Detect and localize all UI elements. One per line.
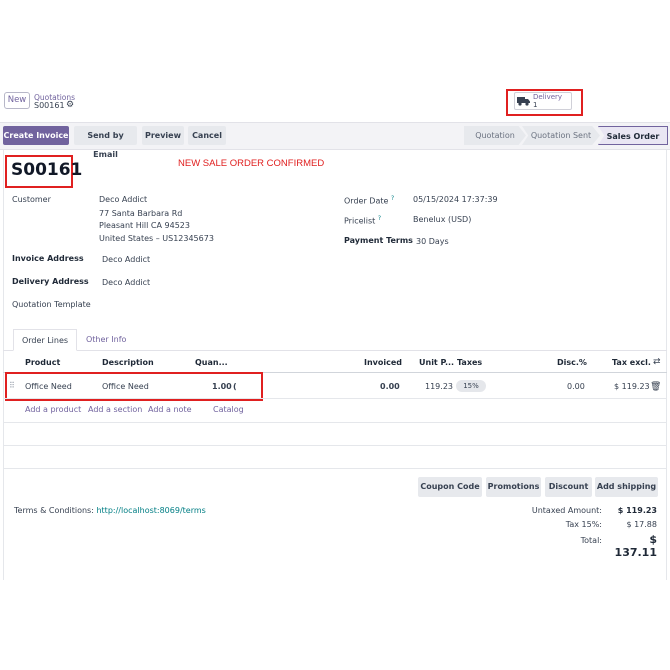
promotions-button[interactable]: Promotions — [486, 477, 541, 497]
delivery-count: 1 — [533, 101, 538, 109]
add-section-link[interactable]: Add a section — [88, 405, 142, 414]
add-product-link[interactable]: Add a product — [25, 405, 81, 414]
line-discount[interactable]: 0.00 — [567, 382, 585, 391]
cancel-button[interactable]: Cancel — [188, 126, 226, 145]
column-header-unit-price[interactable]: Unit P... — [419, 358, 454, 367]
pricelist-field[interactable]: Benelux (USD) — [413, 215, 471, 224]
terms-conditions: Terms & Conditions: http://localhost:806… — [14, 506, 206, 515]
optional-columns-icon[interactable]: ⇄ — [653, 357, 661, 367]
column-header-discount[interactable]: Disc.% — [557, 358, 587, 367]
stage-quotation[interactable]: Quotation — [464, 126, 526, 145]
total-value: $ 137.11 — [614, 533, 657, 559]
column-header-taxes[interactable]: Taxes — [457, 358, 482, 367]
payment-terms-field[interactable]: 30 Days — [416, 237, 449, 246]
invoice-address-label: Invoice Address — [12, 254, 84, 263]
empty-row-divider — [3, 468, 667, 469]
tax-amount-label: Tax 15%: — [565, 520, 602, 529]
column-header-product[interactable]: Product — [25, 358, 60, 367]
add-shipping-button[interactable]: Add shipping — [595, 477, 658, 497]
column-header-tax-excl[interactable]: Tax excl. — [612, 358, 651, 367]
customer-address-line1: 77 Santa Barbara Rd — [99, 209, 183, 218]
line-product[interactable]: Office Need — [25, 382, 72, 391]
tax-amount-value: $ 17.88 — [626, 520, 657, 529]
column-header-invoiced[interactable]: Invoiced — [364, 358, 402, 367]
delivery-label: Delivery — [533, 93, 563, 101]
truck-icon — [517, 97, 530, 106]
forecast-widget-icon[interactable]: ( — [233, 382, 237, 391]
line-subtotal: $ 119.23 — [614, 382, 650, 391]
preview-button[interactable]: Preview — [142, 126, 184, 145]
add-note-link[interactable]: Add a note — [148, 405, 192, 414]
confirmation-message: NEW SALE ORDER CONFIRMED — [178, 158, 325, 169]
stage-quotation-sent[interactable]: Quotation Sent — [522, 126, 600, 145]
quotation-template-label: Quotation Template — [12, 300, 91, 309]
create-invoice-button[interactable]: Create Invoice — [3, 126, 69, 145]
tab-order-lines[interactable]: Order Lines — [13, 329, 77, 351]
drag-handle-icon[interactable]: ⠿ — [9, 381, 15, 390]
discount-button[interactable]: Discount — [545, 477, 592, 497]
line-invoiced: 0.00 — [380, 382, 400, 391]
catalog-link[interactable]: Catalog — [213, 405, 244, 414]
untaxed-amount-value: $ 119.23 — [617, 506, 657, 515]
customer-label: Customer — [12, 195, 51, 204]
send-email-button[interactable]: Send by Email — [74, 126, 137, 159]
empty-row-divider — [3, 445, 667, 446]
line-description[interactable]: Office Need — [102, 382, 149, 391]
column-header-description[interactable]: Description — [102, 358, 154, 367]
tab-divider — [3, 350, 667, 351]
pricelist-label: Pricelist ? — [344, 215, 381, 226]
terms-label: Terms & Conditions: — [14, 506, 94, 515]
delivery-address-label: Delivery Address — [12, 277, 89, 286]
empty-row-divider — [3, 422, 667, 423]
delivery-address-field[interactable]: Deco Addict — [102, 278, 150, 287]
terms-link[interactable]: http://localhost:8069/terms — [96, 506, 205, 515]
tab-other-info[interactable]: Other Info — [86, 335, 126, 344]
customer-address-line2: Pleasant Hill CA 94523 — [99, 221, 190, 230]
untaxed-amount-label: Untaxed Amount: — [531, 506, 602, 515]
stage-sales-order[interactable]: Sales Order — [598, 126, 668, 145]
row-divider — [3, 398, 667, 399]
customer-address-line3: United States – US12345673 — [99, 234, 214, 243]
trash-icon[interactable]: 🗑 — [650, 382, 661, 392]
line-quantity[interactable]: 1.00 — [212, 382, 232, 391]
new-button[interactable]: New — [4, 92, 30, 109]
order-name: S00161 — [11, 160, 83, 180]
line-unit-price[interactable]: 119.23 — [425, 382, 453, 391]
breadcrumb-record-name: S00161 — [34, 101, 65, 110]
help-icon: ? — [390, 195, 395, 202]
gear-icon[interactable]: ⚙ — [66, 100, 74, 110]
coupon-code-button[interactable]: Coupon Code — [418, 477, 482, 497]
order-date-label: Order Date ? — [344, 195, 395, 206]
column-header-quantity[interactable]: Quan... — [195, 358, 228, 367]
tax-badge[interactable]: 15% — [456, 380, 486, 392]
payment-terms-label: Payment Terms — [344, 236, 413, 245]
help-icon: ? — [377, 215, 381, 222]
total-label: Total: — [580, 536, 602, 545]
customer-name-link[interactable]: Deco Addict — [99, 195, 147, 204]
invoice-address-field[interactable]: Deco Addict — [102, 255, 150, 264]
order-date-field[interactable]: 05/15/2024 17:37:39 — [413, 195, 498, 204]
